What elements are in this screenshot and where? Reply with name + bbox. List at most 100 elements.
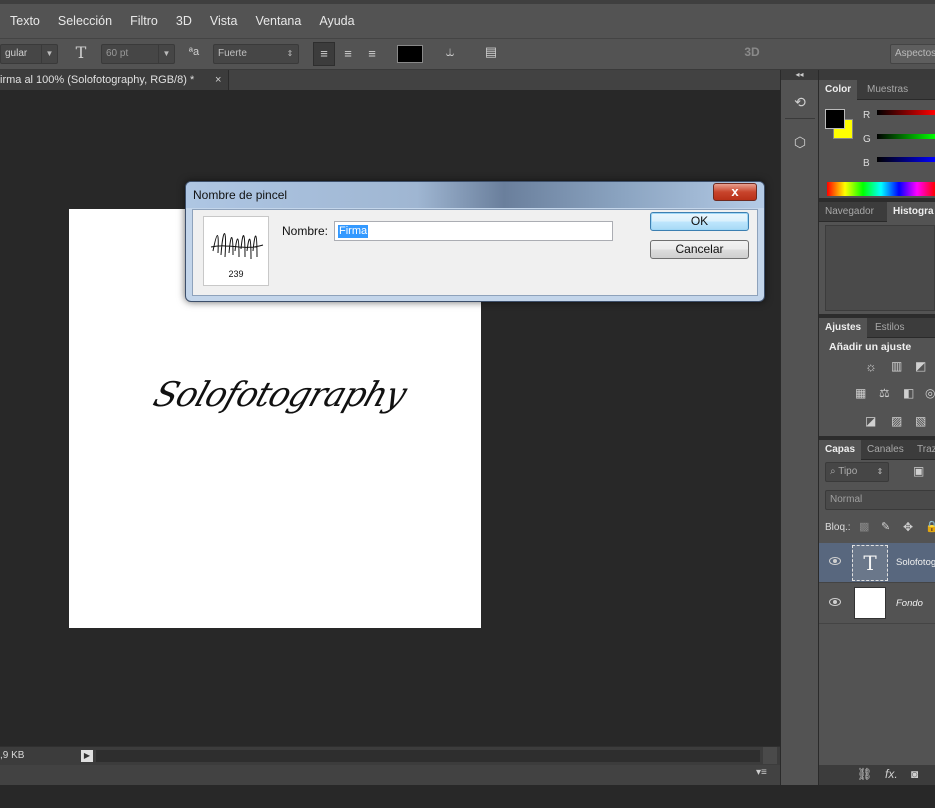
foreground-color-swatch[interactable] <box>825 109 845 129</box>
workspace-value: Aspectos <box>895 48 935 59</box>
blend-mode-value: Normal <box>830 494 863 505</box>
visibility-eye-icon[interactable] <box>829 598 841 606</box>
antialias-dropdown[interactable]: Fuerte ⇕ <box>213 44 299 64</box>
adjust-heading: Añadir un ajuste <box>829 341 912 353</box>
warp-text-icon[interactable]: ⥿ <box>440 43 460 60</box>
tab-capas[interactable]: Capas <box>819 440 862 460</box>
character-panel-icon[interactable]: ▤ <box>481 44 501 60</box>
layer-name: Fondo <box>896 598 923 609</box>
menu-3d[interactable]: 3D <box>167 4 201 38</box>
lock-paint-icon[interactable]: ✎ <box>881 520 890 533</box>
tab-histograma[interactable]: Histogra <box>887 202 935 222</box>
dialog-title: Nombre de pincel <box>193 188 288 202</box>
balance-icon[interactable]: ⚖ <box>879 386 890 400</box>
search-icon: ⌕ <box>830 466 839 477</box>
menu-filtro[interactable]: Filtro <box>121 4 167 38</box>
close-icon[interactable]: x <box>713 183 757 201</box>
font-size-icon: T <box>75 43 87 62</box>
tab-estilos[interactable]: Estilos <box>869 318 910 338</box>
spinner-icon: ⇕ <box>286 49 294 58</box>
channel-r-slider[interactable] <box>877 110 935 115</box>
3d-cube-icon[interactable]: ⬡ <box>789 134 811 151</box>
photo-filter-icon[interactable]: ◎ <box>925 386 935 400</box>
history-icon[interactable]: ⟲ <box>789 94 811 111</box>
chevron-down-icon: ▼ <box>158 45 174 63</box>
horizontal-scrollbar[interactable] <box>96 750 760 762</box>
lock-position-icon[interactable]: ✥ <box>903 520 913 534</box>
menu-ventana[interactable]: Ventana <box>246 4 310 38</box>
align-center-icon[interactable]: ≡ <box>338 43 358 65</box>
layer-row-text[interactable]: T Solofotog <box>819 543 935 583</box>
ok-button[interactable]: OK <box>650 212 749 231</box>
antialias-icon: ªa <box>188 46 200 58</box>
menu-vista[interactable]: Vista <box>201 4 247 38</box>
tab-strip <box>229 70 780 90</box>
tab-ajustes[interactable]: Ajustes <box>819 318 868 338</box>
tab-muestras[interactable]: Muestras <box>861 80 914 100</box>
black-white-icon[interactable]: ◧ <box>903 386 914 400</box>
tab-color[interactable]: Color <box>819 80 858 100</box>
font-size-dropdown[interactable]: 60 pt ▼ <box>101 44 175 64</box>
dialog-body: 239 Nombre: Firma OK Cancelar <box>192 209 758 296</box>
invert-icon[interactable]: ◪ <box>865 414 876 428</box>
hue-icon[interactable]: ▦ <box>855 386 866 400</box>
channel-r-label: R <box>863 110 871 121</box>
fx-icon[interactable]: fx. <box>885 767 898 781</box>
divider <box>785 118 815 119</box>
menu-bar: Texto Selección Filtro 3D Vista Ventana … <box>0 0 935 38</box>
cancel-button[interactable]: Cancelar <box>650 240 749 259</box>
image-filter-icon[interactable]: ▣ <box>913 464 924 478</box>
spinner-icon: ⇕ <box>876 467 884 476</box>
levels-icon[interactable]: ▥ <box>891 359 902 373</box>
curves-icon[interactable]: ◩ <box>915 359 926 373</box>
color-spectrum-bar[interactable] <box>827 182 935 196</box>
tab-navegador[interactable]: Navegador <box>819 202 880 222</box>
menu-texto[interactable]: Texto <box>0 4 49 38</box>
blend-mode-dropdown[interactable]: Normal <box>825 490 935 510</box>
link-layers-icon[interactable]: ⛓ <box>857 767 872 781</box>
layers-panel-tabs: Capas Canales Traz <box>819 440 935 460</box>
photoshop-window: Texto Selección Filtro 3D Vista Ventana … <box>0 0 935 808</box>
text-color-swatch[interactable] <box>397 45 423 63</box>
text-orientation-dropdown[interactable]: gular ▼ <box>0 44 58 64</box>
document-size: ,9 KB <box>0 750 25 761</box>
channel-b-slider[interactable] <box>877 157 935 162</box>
document-tab[interactable]: irma al 100% (Solofotography, RGB/8) * × <box>0 70 229 90</box>
bottom-strip: ▾≡ <box>0 765 780 785</box>
collapse-dock-icon[interactable]: ◂◂ <box>781 70 818 80</box>
font-size-value: 60 pt <box>106 48 129 59</box>
layer-row-background[interactable]: Fondo <box>819 584 935 624</box>
layer-name: Solofotog <box>896 557 935 568</box>
brush-stroke-icon <box>210 233 264 260</box>
close-tab-icon[interactable]: × <box>215 70 221 90</box>
workspace-dropdown[interactable]: Aspectos <box>890 44 935 64</box>
tab-canales[interactable]: Canales <box>861 440 910 460</box>
lock-transparency-icon[interactable]: ▩ <box>859 520 869 533</box>
tab-trazados[interactable]: Traz <box>911 440 935 460</box>
channel-g-label: G <box>863 134 871 145</box>
name-label: Nombre: <box>282 224 329 238</box>
menu-seleccion[interactable]: Selección <box>49 4 121 38</box>
layer-mask-icon[interactable]: ◙ <box>911 767 918 781</box>
gradient-map-icon[interactable]: ▧ <box>915 414 926 428</box>
brush-name-input[interactable]: Firma <box>334 221 613 241</box>
menu-ayuda[interactable]: Ayuda <box>310 4 363 38</box>
align-left-icon[interactable]: ≡ <box>313 42 335 66</box>
channel-g-slider[interactable] <box>877 134 935 139</box>
status-bar: ,9 KB ▶ <box>0 746 780 765</box>
lock-all-icon[interactable]: 🔒 <box>925 520 935 533</box>
posterize-icon[interactable]: ▨ <box>891 414 902 428</box>
3d-mode-button[interactable]: 3D <box>740 45 764 59</box>
dialog-titlebar[interactable]: Nombre de pincel x <box>186 182 764 208</box>
visibility-eye-icon[interactable] <box>829 557 841 565</box>
align-right-icon[interactable]: ≡ <box>362 43 382 65</box>
options-bar: gular ▼ T 60 pt ▼ ªa Fuerte ⇕ ≡ ≡ ≡ ⥿ ▤ … <box>0 38 935 70</box>
status-menu-arrow-icon[interactable]: ▶ <box>81 750 93 762</box>
dock-header <box>819 70 935 80</box>
right-panels: Color Muestras R G B Navegador Histogra … <box>819 70 935 785</box>
brush-name-value: Firma <box>338 225 369 238</box>
brightness-icon[interactable]: ☼ <box>865 359 877 374</box>
histogram-area <box>825 225 935 311</box>
panel-menu-icon[interactable]: ▾≡ <box>756 767 767 778</box>
layer-filter-dropdown[interactable]: ⌕ Tipo ⇕ <box>825 462 889 482</box>
